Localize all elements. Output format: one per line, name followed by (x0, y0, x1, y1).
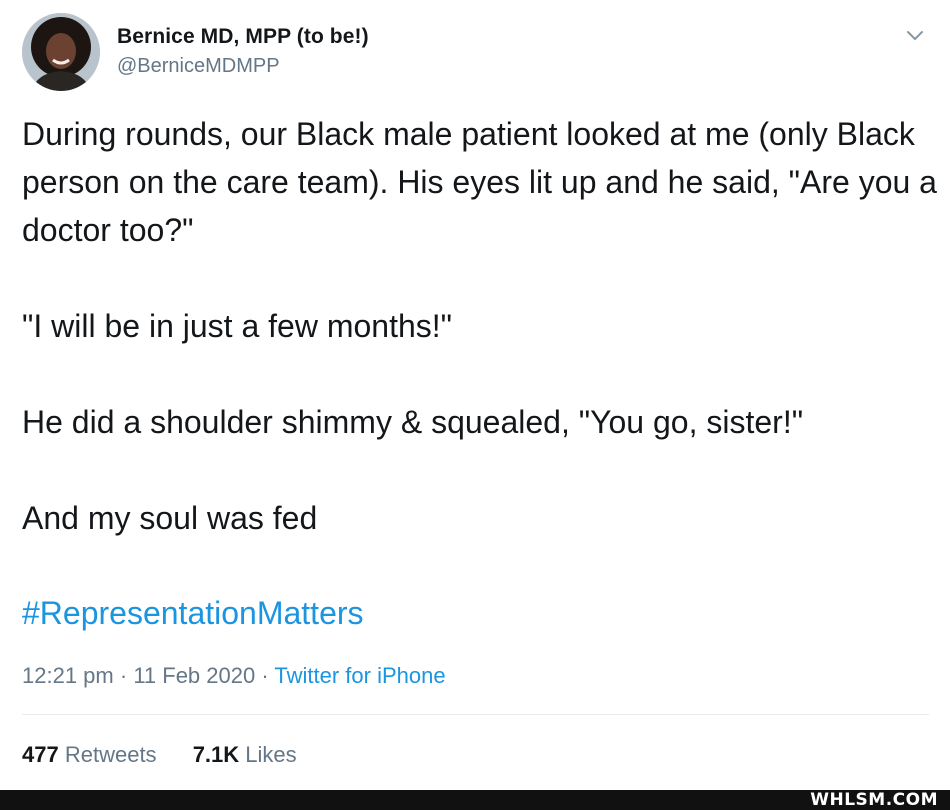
retweets-stat[interactable]: 477 Retweets (22, 740, 157, 770)
divider (22, 714, 929, 715)
user-handle[interactable]: @BerniceMDMPP (117, 55, 280, 78)
likes-stat[interactable]: 7.1K Likes (193, 740, 297, 770)
tweet-paragraph (22, 446, 937, 494)
tweet-time[interactable]: 12:21 pm (22, 663, 114, 688)
tweet-text: During rounds, our Black male patient lo… (22, 110, 937, 542)
chevron-down-icon[interactable] (903, 23, 927, 47)
watermark-bar: WHLSM.COM (0, 790, 950, 810)
tweet-paragraph (22, 254, 937, 302)
tweet-source-link[interactable]: Twitter for iPhone (274, 663, 445, 688)
tweet-meta: 12:21 pm · 11 Feb 2020 · Twitter for iPh… (22, 661, 446, 691)
profile-photo-icon (22, 13, 100, 91)
tweet-paragraph: During rounds, our Black male patient lo… (22, 116, 946, 248)
meta-separator: · (119, 663, 128, 688)
tweet-paragraph: He did a shoulder shimmy & squealed, "Yo… (22, 404, 804, 440)
tweet-stats: 477 Retweets 7.1K Likes (22, 740, 327, 770)
tweet-paragraph: And my soul was fed (22, 500, 318, 536)
display-name[interactable]: Bernice MD, MPP (to be!) (117, 25, 369, 49)
likes-label: Likes (245, 742, 297, 767)
watermark: WHLSM.COM (810, 790, 938, 810)
tweet-card: Bernice MD, MPP (to be!) @BerniceMDMPP D… (0, 0, 950, 790)
tweet-date[interactable]: 11 Feb 2020 (133, 663, 255, 688)
tweet-paragraph: "I will be in just a few months!" (22, 308, 452, 344)
retweets-label: Retweets (64, 742, 157, 767)
retweets-count: 477 (22, 742, 59, 767)
hashtag-link[interactable]: #RepresentationMatters (22, 589, 364, 637)
tweet-paragraph (22, 350, 937, 398)
meta-separator: · (261, 663, 269, 688)
avatar[interactable] (22, 13, 100, 91)
likes-count: 7.1K (192, 742, 240, 767)
